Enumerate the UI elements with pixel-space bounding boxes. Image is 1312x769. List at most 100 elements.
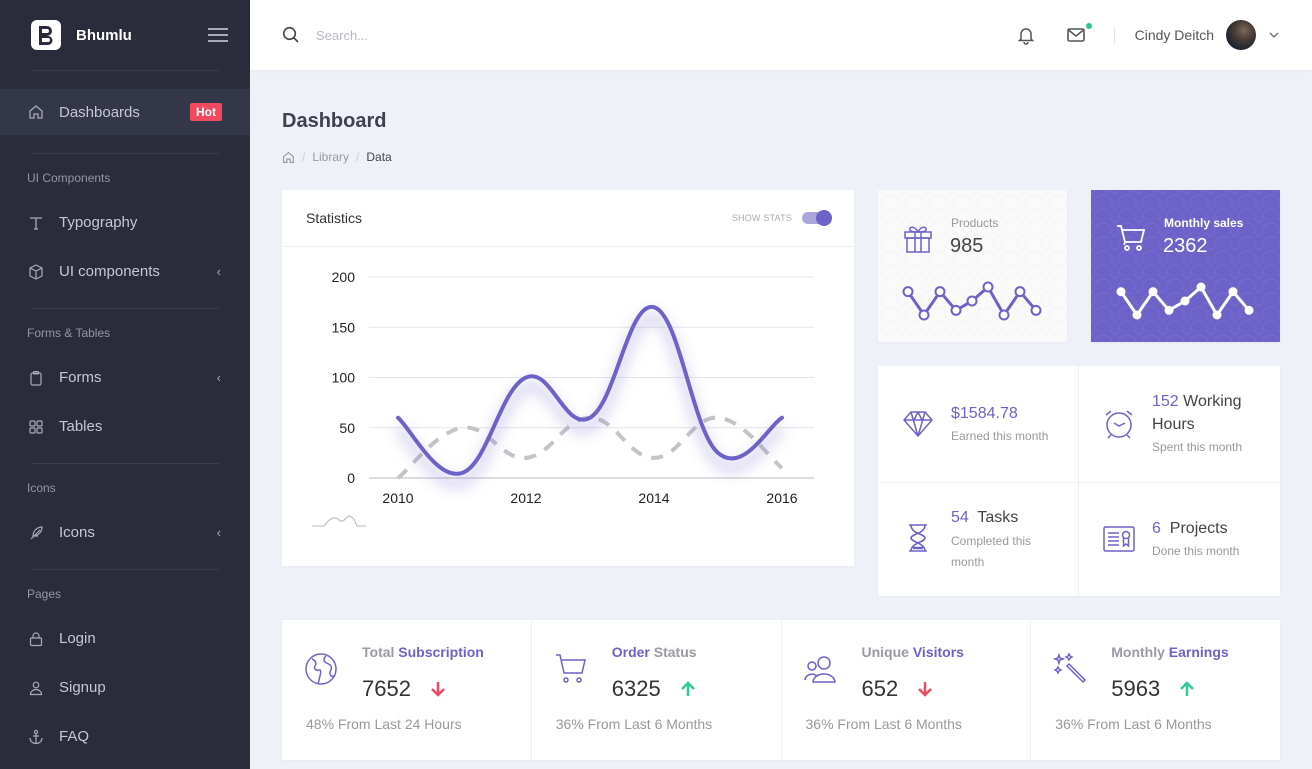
hot-badge: Hot (190, 103, 222, 121)
divider (31, 463, 219, 464)
section-title-pages: Pages (27, 587, 62, 601)
projects-stat: 6 Projects Done this month (1079, 482, 1280, 597)
monthly-earnings-title-a: Monthly (1111, 644, 1165, 660)
section-title-ui-components: UI Components (27, 171, 111, 185)
series-line-a (396, 305, 784, 476)
arrow-down-icon (918, 682, 933, 697)
total-subscription-subtitle: 48% From Last 24 Hours (306, 716, 462, 732)
menu-toggle-button[interactable] (208, 28, 228, 42)
sidebar-item-typography[interactable]: Typography (0, 198, 250, 247)
tasks-value: 54 (951, 509, 969, 526)
y-tick-label: 200 (332, 269, 356, 285)
chevron-left-icon: ‹ (216, 370, 221, 385)
home-icon (27, 104, 44, 121)
divider (31, 153, 219, 154)
search-icon[interactable] (282, 26, 300, 44)
y-tick-label: 50 (339, 420, 355, 436)
notifications-button[interactable] (1016, 25, 1036, 45)
sparkline-point (950, 304, 962, 316)
sidebar-item-forms[interactable]: Forms ‹ (0, 353, 250, 402)
order-status-subtitle: 36% From Last 6 Months (555, 716, 713, 732)
unique-visitors-stat: Unique Visitors 652 36% From Last 6 Mont… (782, 620, 1032, 760)
sparkline-point (1228, 287, 1238, 297)
order-status-title-a: Order (611, 644, 650, 660)
chevron-down-icon[interactable] (1268, 29, 1280, 41)
breadcrumb-library[interactable]: Library (312, 150, 349, 164)
diamond-icon (903, 411, 933, 437)
projects-subtitle: Done this month (1152, 544, 1240, 558)
alarm-clock-icon (1105, 410, 1133, 439)
tasks-subtitle: Completed this month (951, 534, 1032, 569)
working-hours-subtitle: Spent this month (1152, 440, 1243, 454)
feather-icon (27, 524, 44, 541)
sparkline-point (1030, 304, 1042, 316)
sidebar-item-label: Dashboards (59, 103, 140, 121)
tasks-label: Tasks (977, 509, 1019, 526)
unique-visitors-title-b: Visitors (912, 644, 964, 660)
y-tick-label: 0 (347, 470, 355, 486)
chevron-left-icon: ‹ (216, 264, 221, 279)
breadcrumb: / Library / Data (282, 150, 392, 164)
brand-name: Bhumlu (76, 26, 132, 44)
hourglass-icon (909, 524, 927, 552)
x-tick-label: 2010 (382, 490, 413, 506)
monthly-sales-sparkline (1116, 282, 1254, 320)
page-title: Dashboard (282, 110, 387, 132)
section-title-icons: Icons (27, 481, 56, 495)
brand-logo[interactable] (31, 20, 61, 50)
unique-visitors-value: 652 (861, 676, 899, 701)
projects-value: 6 (1152, 520, 1161, 537)
clipboard-icon (27, 369, 44, 386)
products-card[interactable]: Products 985 (878, 190, 1067, 342)
messages-button[interactable] (1066, 23, 1092, 45)
statistics-title: Statistics (306, 210, 363, 226)
sidebar-item-signup[interactable]: Signup (0, 663, 250, 712)
sparkline-point (998, 309, 1010, 321)
text-icon (27, 214, 44, 231)
sparkline-point (1148, 287, 1158, 297)
cart-icon (555, 654, 586, 683)
earnings-subtitle: Earned this month (951, 429, 1049, 443)
certificate-icon (1103, 526, 1135, 552)
gift-icon (904, 226, 932, 253)
divider (31, 308, 219, 309)
monthly-earnings-subtitle: 36% From Last 6 Months (1055, 716, 1212, 732)
mail-notification-dot (1085, 23, 1092, 29)
sidebar-item-label: Login (59, 630, 96, 647)
avatar[interactable] (1226, 20, 1256, 50)
show-stats-toggle[interactable] (802, 210, 832, 226)
home-icon[interactable] (282, 151, 295, 164)
earnings-stat: $1584.78 Earned this month (878, 366, 1079, 481)
chart-logo-icon (312, 515, 366, 527)
arrow-up-icon (680, 681, 695, 696)
total-subscription-title-a: Total (362, 644, 395, 660)
topbar-actions: Cindy Deitch (994, 20, 1280, 50)
search-input[interactable] (316, 27, 994, 43)
sparkline-point (1116, 287, 1126, 297)
show-stats-label: SHOW STATS (731, 213, 792, 223)
sidebar-item-label: Typography (59, 214, 138, 231)
chevron-left-icon: ‹ (216, 525, 221, 540)
sparkline-point (1014, 286, 1026, 298)
monthly-sales-card[interactable]: Monthly sales 2362 (1091, 190, 1280, 342)
sidebar-item-login[interactable]: Login (0, 614, 250, 663)
sidebar-item-icons[interactable]: Icons ‹ (0, 508, 250, 557)
sparkline-point (1132, 310, 1142, 320)
total-subscription-stat: Total Subscription 7652 48% From Last 24… (282, 620, 532, 760)
sparkline-point (1164, 305, 1174, 315)
sidebar-item-ui-components[interactable]: UI components ‹ (0, 247, 250, 296)
x-tick-label: 2016 (766, 490, 797, 506)
sparkline-point (918, 309, 930, 321)
user-name[interactable]: Cindy Deitch (1135, 27, 1214, 43)
working-hours-stat: 152 Working Hours Spent this month (1079, 366, 1280, 481)
arrow-down-icon (431, 682, 445, 697)
total-subscription-title-b: Subscription (398, 644, 484, 660)
divider (31, 70, 219, 71)
sidebar-item-label: Signup (59, 679, 106, 696)
sidebar-item-tables[interactable]: Tables (0, 402, 250, 451)
sparkline-point (934, 286, 946, 298)
sidebar-item-faq[interactable]: FAQ (0, 712, 250, 761)
sidebar-item-dashboards[interactable]: Dashboards Hot (0, 89, 250, 135)
sparkline-point (1212, 310, 1222, 320)
monthly-earnings-value: 5963 (1111, 676, 1161, 701)
